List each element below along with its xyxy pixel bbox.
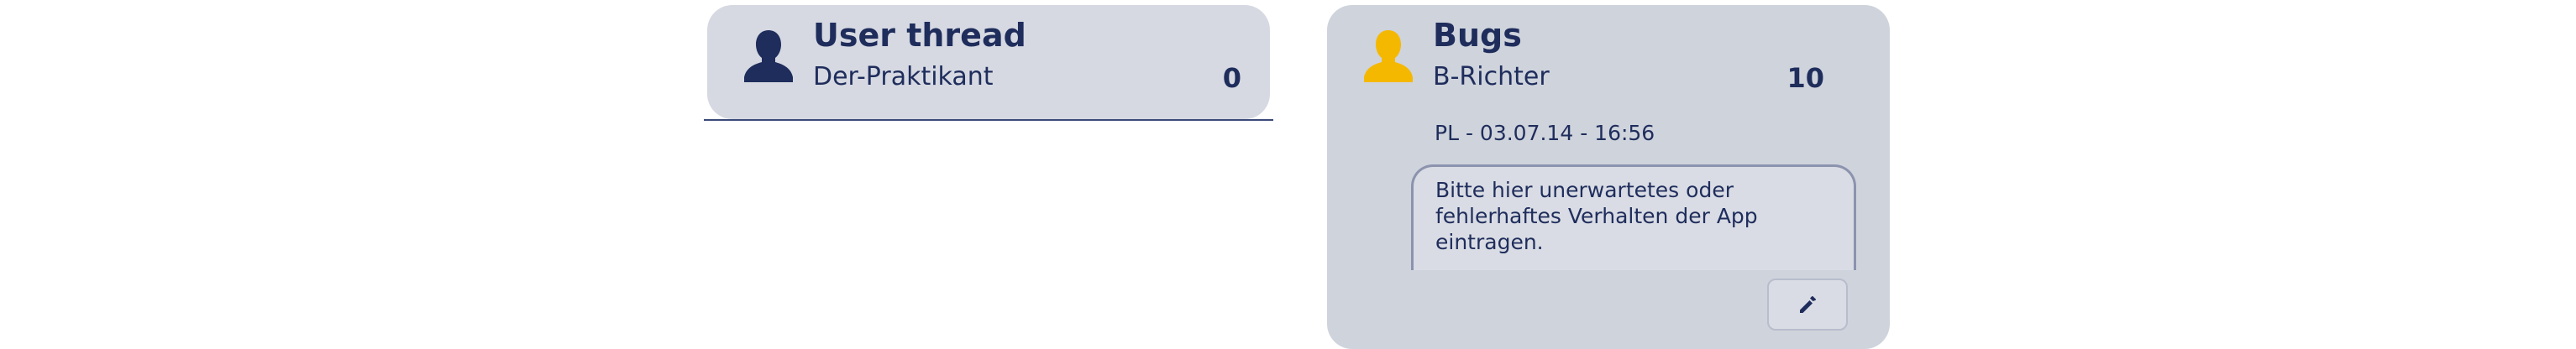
thread-card-user-thread[interactable]: User thread Der-Praktikant 0 [704,5,1273,121]
thread-card-bugs[interactable]: Bugs B-Richter 10 PL - 03.07.14 - 16:56 … [1327,5,1890,349]
last-post-info: PL - 03.07.14 - 16:56 [1435,121,1655,145]
thread-message: Bitte hier unerwartetes oder fehlerhafte… [1411,164,1856,270]
thread-post-count: 10 [1786,62,1824,94]
thread-title: Bugs [1433,17,1522,54]
edit-button[interactable] [1767,279,1848,331]
user-avatar-icon [739,25,798,84]
pencil-icon [1800,296,1816,313]
thread-author: Der-Praktikant [813,62,994,91]
thread-title: User thread [813,17,1026,54]
user-avatar-icon [1359,25,1418,84]
thread-author: B-Richter [1433,62,1550,91]
thread-post-count: 0 [1222,62,1241,94]
